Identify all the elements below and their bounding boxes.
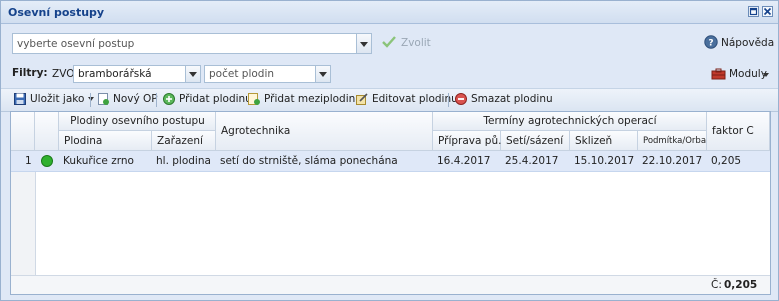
- group-terms-header: Termíny agrotechnických operací: [433, 112, 707, 131]
- filters-row: Filtry: ZVO: bramborářská počet plodin M…: [1, 62, 778, 87]
- zvo-combo[interactable]: bramborářská: [73, 65, 201, 83]
- col-class-label: Zařazení: [157, 134, 203, 147]
- delete-icon: [455, 93, 467, 105]
- col-plow-header[interactable]: Podmítka/Orba: [638, 131, 707, 151]
- status-dot-icon: [41, 155, 53, 167]
- edit-icon: [356, 93, 368, 105]
- summary-label: Č:: [711, 279, 722, 291]
- rownum-header: [11, 112, 35, 151]
- crop-count-combo[interactable]: počet plodin: [204, 65, 331, 83]
- chevron-down-icon[interactable]: [185, 66, 200, 82]
- modules-button[interactable]: Moduly: [729, 68, 767, 80]
- floppy-icon: [14, 93, 26, 105]
- delete-crop-label: Smazat plodinu: [471, 93, 553, 105]
- new-document-icon: [97, 93, 109, 105]
- postup-select-row: vyberte osevní postup Zvolit ? Nápověda: [1, 24, 778, 60]
- row-number: 1: [25, 155, 32, 167]
- toolbar-separator: [90, 93, 91, 107]
- add-intercrop-icon: [248, 93, 260, 105]
- add-intercrop-label: Přidat meziplodinu: [264, 93, 362, 105]
- status-header: [35, 112, 59, 151]
- harvest-date: 15.10.2017: [574, 155, 635, 167]
- group-terms-label: Termíny agrotechnických operací: [483, 115, 657, 127]
- add-crop-button[interactable]: Přidat plodinu: [163, 93, 252, 105]
- chevron-down-icon[interactable]: [356, 34, 371, 53]
- plow-date: 22.10.2017: [642, 155, 703, 167]
- summary-footer: Č: 0,205: [11, 275, 770, 294]
- col-factor-header[interactable]: faktor C: [707, 112, 770, 151]
- col-agro-header[interactable]: Agrotechnika: [216, 112, 433, 151]
- delete-crop-button[interactable]: Smazat plodinu: [455, 93, 553, 105]
- toolbar-separator: [448, 93, 449, 107]
- toolbox-icon: [711, 68, 726, 83]
- col-class-header[interactable]: Zařazení: [152, 131, 216, 151]
- window-title: Osevní postupy: [8, 6, 105, 19]
- help-button[interactable]: Nápověda: [721, 37, 774, 49]
- crop-class: hl. plodina: [156, 155, 211, 167]
- col-prep-header[interactable]: Příprava pů...: [433, 131, 508, 151]
- prep-date: 16.4.2017: [437, 155, 491, 167]
- new-op-button[interactable]: Nový OP: [97, 93, 158, 105]
- close-icon[interactable]: [762, 6, 773, 17]
- edit-crop-button[interactable]: Editovat plodinu: [356, 93, 458, 105]
- crop-grid: Plodiny osevního postupu Agrotechnika Te…: [10, 111, 771, 295]
- svg-text:?: ?: [708, 39, 713, 49]
- chevron-down-icon[interactable]: [315, 66, 330, 82]
- window-titlebar: Osevní postupy: [1, 1, 778, 24]
- sow-date: 25.4.2017: [505, 155, 559, 167]
- checkmark-icon: [381, 35, 397, 52]
- col-harvest-header[interactable]: Sklizeň: [570, 131, 638, 151]
- add-icon: [163, 93, 175, 105]
- edit-crop-label: Editovat plodinu: [372, 93, 458, 105]
- col-sow-label: Setí/sázení: [506, 134, 564, 147]
- osevni-postupy-window: Osevní postupy vyberte osevní postup Zvo…: [0, 0, 779, 301]
- summary-value: 0,205: [724, 279, 758, 291]
- osevni-postup-combo[interactable]: vyberte osevní postup: [12, 33, 372, 54]
- col-crop-header[interactable]: Plodina: [59, 131, 152, 151]
- zvo-value: bramborářská: [78, 68, 152, 80]
- toolbar-separator: [156, 93, 157, 107]
- group-crops-label: Plodiny osevního postupu: [70, 115, 205, 127]
- save-as-label: Uložit jako: [30, 93, 85, 105]
- chevron-down-icon: [763, 73, 769, 77]
- col-crop-label: Plodina: [64, 134, 103, 147]
- agrotechnics: setí do strniště, sláma ponechána: [220, 155, 398, 167]
- table-row[interactable]: 1 Kukuřice zrno hl. plodina setí do strn…: [11, 151, 770, 172]
- help-icon[interactable]: ?: [704, 35, 718, 52]
- crop-name: Kukuřice zrno: [63, 155, 134, 167]
- osevni-postup-placeholder: vyberte osevní postup: [17, 37, 135, 50]
- choose-button[interactable]: Zvolit: [401, 37, 431, 49]
- col-sow-header[interactable]: Setí/sázení: [501, 131, 570, 151]
- add-intercrop-button[interactable]: Přidat meziplodinu: [248, 93, 362, 105]
- col-prep-label: Příprava pů...: [438, 134, 509, 147]
- add-crop-label: Přidat plodinu: [179, 93, 252, 105]
- maximize-icon[interactable]: [748, 6, 759, 17]
- factor-value: 0,205: [711, 155, 742, 167]
- col-agro-label: Agrotechnika: [221, 125, 291, 137]
- col-factor-label: faktor C: [712, 125, 754, 137]
- save-as-button[interactable]: Uložit jako: [14, 93, 95, 105]
- group-crops-header: Plodiny osevního postupu: [59, 112, 216, 131]
- col-harvest-label: Sklizeň: [575, 134, 613, 147]
- filters-label: Filtry:: [12, 67, 48, 79]
- crop-count-placeholder: počet plodin: [209, 68, 275, 80]
- action-toolbar: Uložit jako Nový OP Přidat plodinu Přida…: [1, 88, 778, 112]
- new-op-label: Nový OP: [113, 93, 158, 105]
- col-plow-label: Podmítka/Orba: [643, 135, 707, 146]
